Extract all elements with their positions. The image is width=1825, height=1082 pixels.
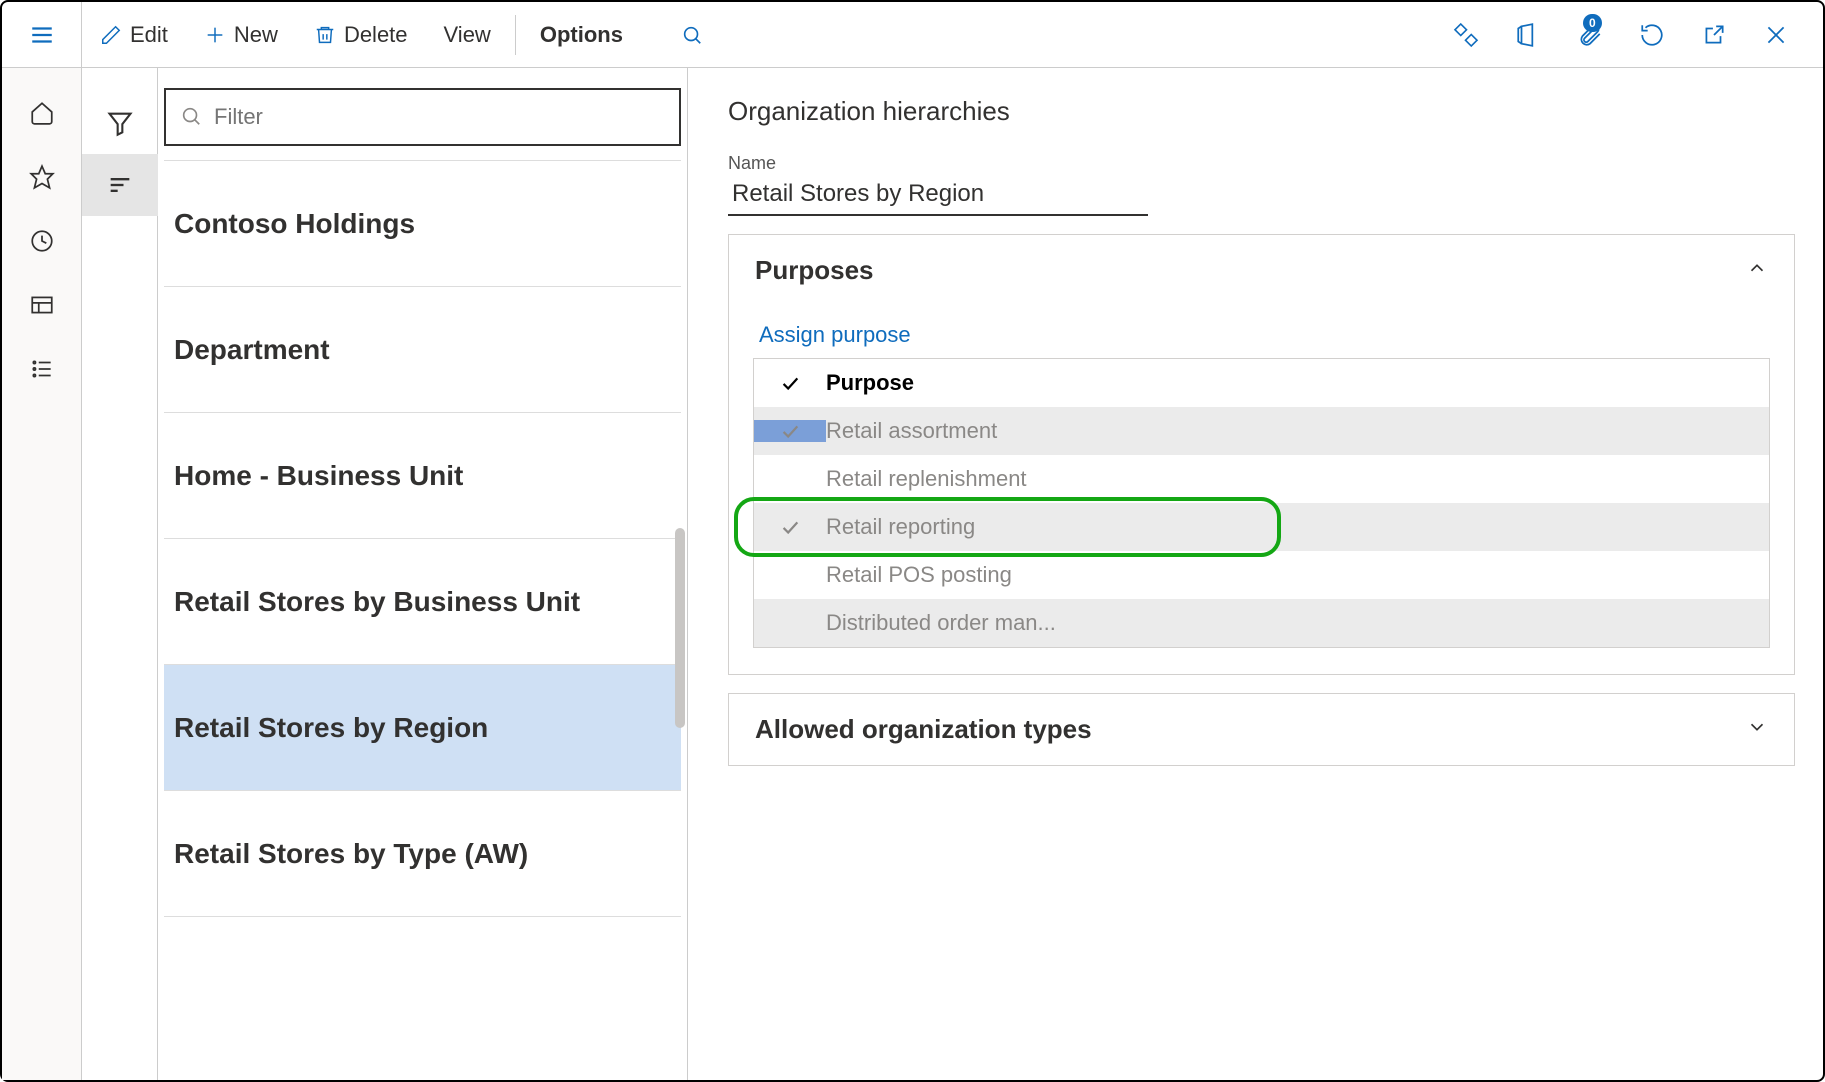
purpose-row[interactable]: Retail reporting (754, 503, 1769, 551)
attach-badge: 0 (1583, 14, 1602, 32)
row-check[interactable] (754, 420, 826, 442)
modules-icon[interactable] (27, 354, 57, 384)
row-check[interactable] (754, 516, 826, 538)
view-button[interactable]: View (426, 2, 509, 67)
hamburger-icon[interactable] (25, 18, 59, 52)
delete-label: Delete (344, 22, 408, 48)
hierarchy-list: Contoso HoldingsDepartmentHome - Busines… (164, 160, 681, 917)
search-icon (681, 24, 703, 46)
purpose-row[interactable]: Retail assortment (754, 407, 1769, 455)
list-scrollbar[interactable] (675, 188, 687, 728)
select-all-check[interactable] (754, 372, 826, 394)
list-item[interactable]: Retail Stores by Region (164, 665, 681, 791)
chevron-up-icon (1746, 255, 1768, 286)
purposes-card: Purposes Assign purpose Purpose Retail a… (728, 234, 1795, 675)
popout-icon[interactable] (1697, 18, 1731, 52)
edit-label: Edit (130, 22, 168, 48)
list-item[interactable]: Retail Stores by Type (AW) (164, 791, 681, 917)
purpose-label: Retail POS posting (826, 562, 1769, 588)
options-button[interactable]: Options (522, 2, 641, 67)
toolbar: Edit New Delete View Options (2, 2, 1823, 68)
allowed-types-card: Allowed organization types (728, 693, 1795, 766)
page-title: Organization hierarchies (728, 96, 1795, 127)
workspace-icon[interactable] (27, 290, 57, 320)
purpose-label: Distributed order man... (826, 610, 1769, 636)
list-item[interactable]: Contoso Holdings (164, 161, 681, 287)
trash-icon (314, 24, 336, 46)
office-icon[interactable] (1511, 18, 1545, 52)
sort-button[interactable] (82, 154, 158, 216)
list-item[interactable]: Department (164, 287, 681, 413)
home-icon[interactable] (27, 98, 57, 128)
attach-icon[interactable]: 0 (1573, 18, 1607, 52)
purpose-label: Retail assortment (826, 418, 1769, 444)
edit-icon (100, 24, 122, 46)
allowed-types-header[interactable]: Allowed organization types (729, 694, 1794, 765)
purpose-row[interactable]: Retail replenishment (754, 455, 1769, 503)
search-button[interactable] (641, 2, 721, 67)
clock-icon[interactable] (27, 226, 57, 256)
toolbar-divider (515, 15, 516, 55)
edit-button[interactable]: Edit (82, 2, 186, 67)
purposes-grid: Purpose Retail assortment Retail replenis… (753, 358, 1770, 648)
purpose-row[interactable]: Distributed order man... (754, 599, 1769, 647)
purpose-label: Retail reporting (826, 514, 1769, 540)
name-label: Name (728, 153, 1795, 174)
purpose-col-header[interactable]: Purpose (826, 370, 1769, 396)
new-button[interactable]: New (186, 2, 296, 67)
purpose-row[interactable]: Retail POS posting (754, 551, 1769, 599)
filter-input[interactable] (214, 104, 665, 130)
list-pane: Contoso HoldingsDepartmentHome - Busines… (158, 68, 688, 1080)
purposes-header[interactable]: Purposes (729, 235, 1794, 306)
filter-box[interactable] (164, 88, 681, 146)
filter-funnel-button[interactable] (82, 92, 158, 154)
list-item[interactable]: Home - Business Unit (164, 413, 681, 539)
filter-rail (82, 68, 158, 1080)
delete-button[interactable]: Delete (296, 2, 426, 67)
close-icon[interactable] (1759, 18, 1793, 52)
name-field[interactable]: Retail Stores by Region (728, 174, 1148, 216)
personalize-icon[interactable] (1449, 18, 1483, 52)
grid-header-row: Purpose (754, 359, 1769, 407)
star-icon[interactable] (27, 162, 57, 192)
assign-purpose-link[interactable]: Assign purpose (753, 312, 917, 358)
list-item[interactable]: Retail Stores by Business Unit (164, 539, 681, 665)
left-nav-rail (2, 68, 82, 1080)
detail-pane: Organization hierarchies Name Retail Sto… (688, 68, 1823, 1080)
purposes-title: Purposes (755, 255, 874, 286)
options-label: Options (540, 22, 623, 48)
filter-search-icon (180, 105, 202, 130)
purpose-label: Retail replenishment (826, 466, 1769, 492)
plus-icon (204, 24, 226, 46)
chevron-down-icon (1746, 714, 1768, 745)
new-label: New (234, 22, 278, 48)
refresh-icon[interactable] (1635, 18, 1669, 52)
allowed-types-title: Allowed organization types (755, 714, 1092, 745)
view-label: View (444, 22, 491, 48)
